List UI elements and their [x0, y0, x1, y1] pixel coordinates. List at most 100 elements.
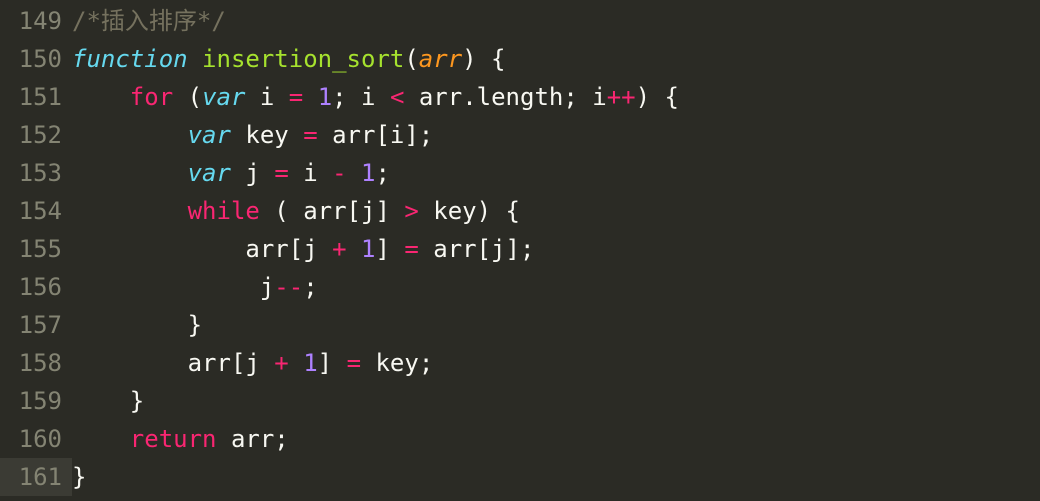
code-line[interactable]: 150function insertion_sort(arr) {	[0, 40, 1040, 78]
token-plain: arr.	[404, 83, 476, 111]
token-number: 1	[361, 159, 375, 187]
code-content[interactable]: }	[72, 382, 144, 420]
code-content[interactable]: arr[j + 1] = key;	[72, 344, 433, 382]
line-number: 152	[0, 116, 72, 154]
token-plain	[72, 425, 130, 453]
token-plain: ; i	[563, 83, 606, 111]
line-number: 151	[0, 78, 72, 116]
token-plain	[303, 83, 317, 111]
code-editor[interactable]: 149/*插入排序*/150function insertion_sort(ar…	[0, 0, 1040, 496]
line-number: 150	[0, 40, 72, 78]
token-plain: arr[j	[72, 349, 274, 377]
token-storage: var	[202, 83, 245, 111]
token-plain	[72, 83, 130, 111]
token-storage: var	[188, 121, 231, 149]
token-storage: function	[72, 45, 188, 73]
token-funcname: insertion_sort	[202, 45, 404, 73]
token-plain: }	[72, 387, 144, 415]
token-plain: key) {	[419, 197, 520, 225]
line-number: 160	[0, 420, 72, 458]
token-plain: j	[231, 159, 274, 187]
token-plain: }	[72, 463, 86, 491]
token-operator: +	[274, 349, 288, 377]
code-line[interactable]: 157 }	[0, 306, 1040, 344]
line-number: 157	[0, 306, 72, 344]
code-line[interactable]: 159 }	[0, 382, 1040, 420]
token-plain: (	[173, 83, 202, 111]
token-operator: +	[332, 235, 346, 263]
token-plain	[72, 121, 188, 149]
token-operator: =	[274, 159, 288, 187]
token-operator: =	[303, 121, 317, 149]
line-number: 158	[0, 344, 72, 382]
code-line[interactable]: 161}	[0, 458, 1040, 496]
token-plain: ;	[375, 159, 389, 187]
token-plain: i	[245, 83, 288, 111]
line-number: 155	[0, 230, 72, 268]
token-number: 1	[318, 83, 332, 111]
code-content[interactable]: arr[j + 1] = arr[j];	[72, 230, 534, 268]
token-plain	[72, 159, 188, 187]
token-comment: /*插入排序*/	[72, 7, 226, 35]
token-plain: ) {	[462, 45, 505, 73]
token-plain: ( arr[j]	[260, 197, 405, 225]
code-content[interactable]: function insertion_sort(arr) {	[72, 40, 506, 78]
token-operator: -	[332, 159, 346, 187]
token-plain: ) {	[636, 83, 679, 111]
token-number: 1	[303, 349, 317, 377]
token-control: for	[130, 83, 173, 111]
token-plain	[347, 235, 361, 263]
token-number: 1	[361, 235, 375, 263]
line-number: 159	[0, 382, 72, 420]
line-number: 153	[0, 154, 72, 192]
token-plain: ; i	[332, 83, 390, 111]
code-content[interactable]: j--;	[72, 268, 318, 306]
code-content[interactable]: while ( arr[j] > key) {	[72, 192, 520, 230]
token-plain: (	[404, 45, 418, 73]
token-plain: key;	[361, 349, 433, 377]
token-plain	[188, 45, 202, 73]
line-number: 154	[0, 192, 72, 230]
token-plain: arr;	[217, 425, 289, 453]
token-operator: --	[274, 273, 303, 301]
token-plain: arr[j];	[419, 235, 535, 263]
line-number: 161	[0, 458, 72, 496]
token-operator: =	[404, 235, 418, 263]
token-operator: >	[404, 197, 418, 225]
token-control: return	[130, 425, 217, 453]
token-plain: ;	[303, 273, 317, 301]
code-content[interactable]: var j = i - 1;	[72, 154, 390, 192]
code-line[interactable]: 154 while ( arr[j] > key) {	[0, 192, 1040, 230]
code-content[interactable]: }	[72, 458, 86, 496]
code-content[interactable]: return arr;	[72, 420, 289, 458]
code-line[interactable]: 156 j--;	[0, 268, 1040, 306]
code-line[interactable]: 149/*插入排序*/	[0, 2, 1040, 40]
token-plain: j	[72, 273, 274, 301]
token-plain	[289, 349, 303, 377]
token-plain: ]	[318, 349, 347, 377]
line-number: 149	[0, 2, 72, 40]
token-control: while	[188, 197, 260, 225]
code-line[interactable]: 152 var key = arr[i];	[0, 116, 1040, 154]
token-param: arr	[419, 45, 462, 73]
token-operator: =	[289, 83, 303, 111]
token-storage: var	[188, 159, 231, 187]
token-plain	[72, 197, 188, 225]
token-operator: <	[390, 83, 404, 111]
token-plain: key	[231, 121, 303, 149]
code-content[interactable]: var key = arr[i];	[72, 116, 433, 154]
token-plain: i	[289, 159, 332, 187]
token-plain: }	[72, 311, 202, 339]
token-plain: arr[i];	[318, 121, 434, 149]
code-content[interactable]: for (var i = 1; i < arr.length; i++) {	[72, 78, 679, 116]
code-content[interactable]: }	[72, 306, 202, 344]
code-line[interactable]: 158 arr[j + 1] = key;	[0, 344, 1040, 382]
token-plain: arr[j	[72, 235, 332, 263]
code-line[interactable]: 153 var j = i - 1;	[0, 154, 1040, 192]
code-content[interactable]: /*插入排序*/	[72, 2, 226, 40]
token-operator: ++	[607, 83, 636, 111]
code-line[interactable]: 160 return arr;	[0, 420, 1040, 458]
token-operator: =	[347, 349, 361, 377]
code-line[interactable]: 151 for (var i = 1; i < arr.length; i++)…	[0, 78, 1040, 116]
code-line[interactable]: 155 arr[j + 1] = arr[j];	[0, 230, 1040, 268]
